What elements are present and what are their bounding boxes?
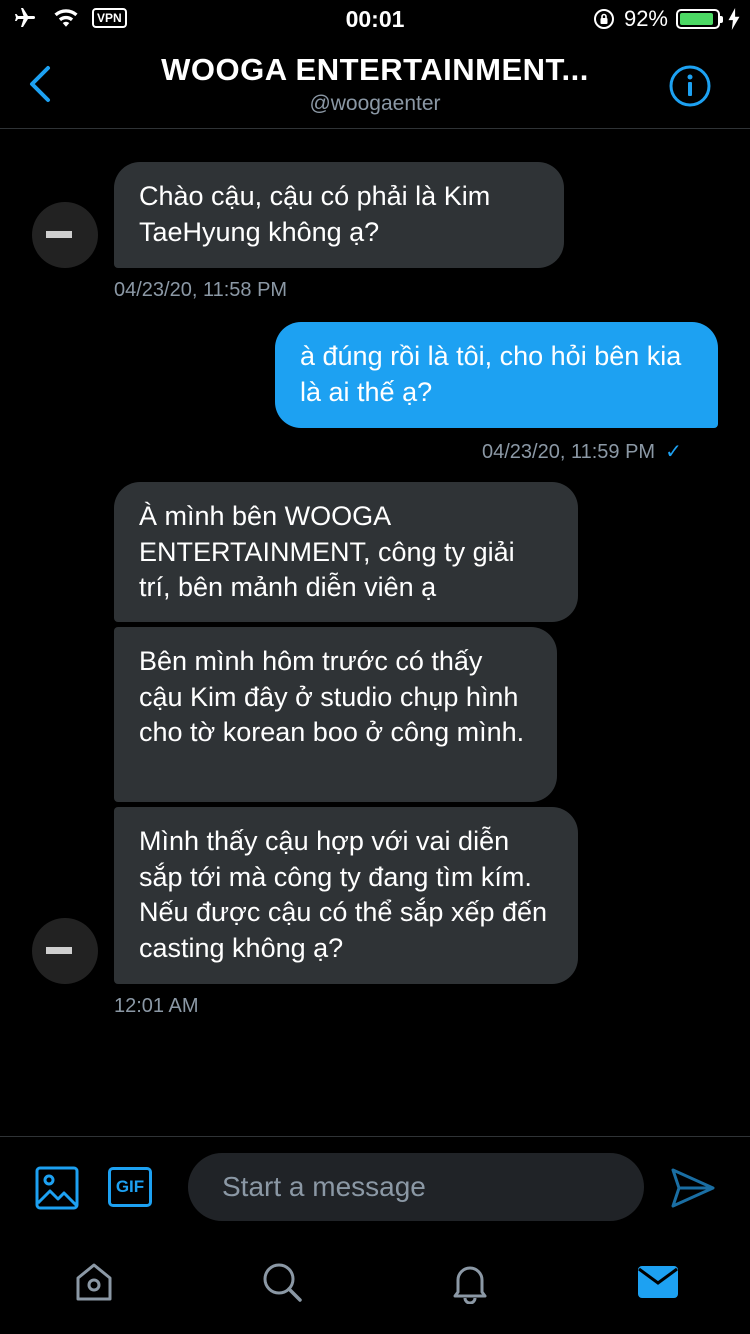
avatar-logo bbox=[46, 947, 72, 954]
message-timestamp: 12:01 AM bbox=[114, 995, 199, 1017]
message-bubble-incoming[interactable]: À mình bên WOOGA ENTERTAINMENT, công ty … bbox=[114, 482, 578, 622]
info-icon[interactable] bbox=[668, 64, 712, 108]
send-icon[interactable] bbox=[670, 1167, 716, 1209]
tab-bar bbox=[0, 1240, 750, 1334]
message-bubble-incoming[interactable]: Chào cậu, cậu có phải là Kim TaeHyung kh… bbox=[114, 162, 564, 268]
sender-avatar[interactable] bbox=[32, 918, 98, 984]
status-bar: VPN 00:01 92% bbox=[0, 0, 750, 40]
image-icon[interactable] bbox=[34, 1165, 80, 1211]
message-bubble-outgoing[interactable]: à đúng rồi là tôi, cho hỏi bên kia là ai… bbox=[275, 322, 718, 428]
message-composer: GIF Start a message bbox=[0, 1136, 750, 1237]
messages-icon[interactable] bbox=[636, 1260, 680, 1304]
battery-fill bbox=[680, 13, 714, 25]
message-timestamp: 04/23/20, 11:59 PM bbox=[482, 441, 656, 463]
conversation-header: WOOGA ENTERTAINMENT... @woogaenter bbox=[0, 40, 750, 129]
gif-button[interactable]: GIF bbox=[108, 1167, 152, 1207]
rotation-lock-icon bbox=[593, 9, 614, 29]
read-check-icon: ✓ bbox=[665, 441, 682, 463]
charging-icon bbox=[728, 8, 740, 30]
conversation-title: WOOGA ENTERTAINMENT... bbox=[161, 52, 589, 87]
message-input[interactable]: Start a message bbox=[188, 1153, 644, 1221]
message-timestamp: 04/23/20, 11:58 PM bbox=[114, 279, 288, 301]
search-icon[interactable] bbox=[260, 1260, 304, 1304]
battery-icon bbox=[676, 9, 723, 29]
message-bubble-incoming[interactable]: Mình thấy cậu hợp với vai diễn sắp tới m… bbox=[114, 807, 578, 984]
message-timestamp-row: 04/23/20, 11:59 PM ✓ bbox=[482, 439, 682, 464]
message-bubble-incoming[interactable]: Bên mình hôm trước có thấy cậu Kim đây ở… bbox=[114, 627, 557, 802]
notifications-icon[interactable] bbox=[448, 1260, 492, 1304]
status-right: 92% bbox=[592, 6, 740, 32]
avatar-logo bbox=[46, 231, 72, 238]
battery-percent: 92% bbox=[623, 6, 668, 31]
home-icon[interactable] bbox=[72, 1260, 116, 1304]
conversation-handle: @woogaenter bbox=[309, 92, 441, 115]
sender-avatar[interactable] bbox=[32, 202, 98, 268]
